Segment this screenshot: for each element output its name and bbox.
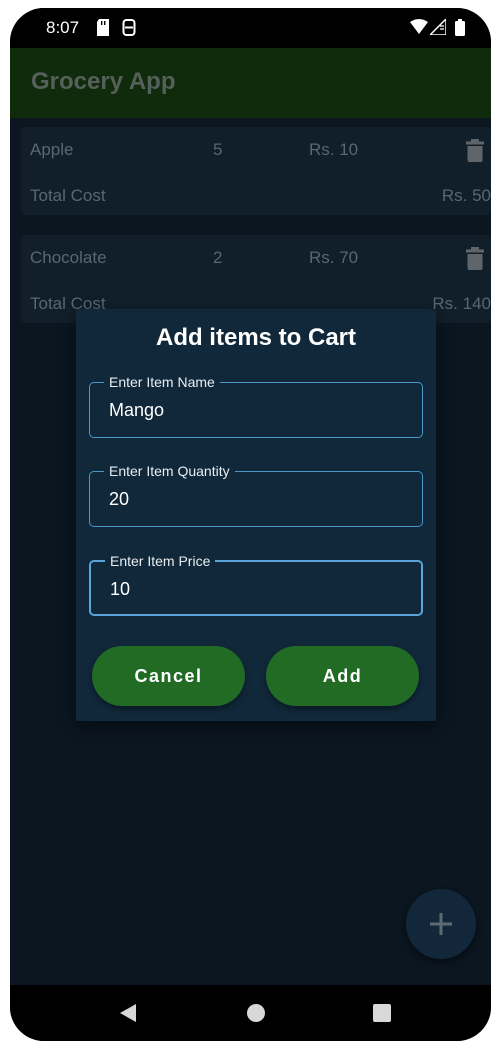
item-price: Rs. 10 bbox=[309, 140, 359, 159]
item-quantity-label: Enter Item Quantity bbox=[104, 462, 235, 480]
circle-home-icon[interactable] bbox=[246, 1003, 266, 1023]
item-price: Rs. 70 bbox=[309, 248, 359, 267]
item-quantity-input[interactable] bbox=[109, 489, 399, 510]
trash-icon[interactable] bbox=[466, 247, 484, 270]
triangle-back-icon[interactable] bbox=[118, 1003, 138, 1023]
item-quantity-field[interactable]: Enter Item Quantity bbox=[89, 462, 423, 527]
total-cost-label: Total Cost bbox=[30, 186, 106, 205]
cancel-button[interactable]: Cancel bbox=[92, 646, 245, 706]
total-cost-value: Rs. 140 bbox=[432, 294, 491, 313]
item-price-input[interactable] bbox=[110, 579, 400, 600]
item-name: Apple bbox=[30, 140, 74, 159]
item-name: Chocolate bbox=[30, 248, 107, 267]
sd-card-icon bbox=[97, 19, 109, 36]
cart-item-card: Apple 5 Rs. 10 Total Cost Rs. 50 bbox=[21, 127, 491, 215]
item-name-field[interactable]: Enter Item Name bbox=[89, 373, 423, 438]
item-quantity: 2 bbox=[213, 248, 223, 267]
add-item-fab[interactable] bbox=[406, 889, 476, 959]
wifi-icon bbox=[410, 19, 428, 34]
battery-icon bbox=[455, 19, 465, 36]
item-quantity: 5 bbox=[213, 140, 223, 159]
plus-icon bbox=[430, 913, 452, 935]
app-title: Grocery App bbox=[31, 68, 176, 95]
add-items-dialog: Add items to Cart Enter Item Name Enter … bbox=[76, 309, 436, 721]
item-name-input[interactable] bbox=[109, 400, 399, 421]
status-time: 8:07 bbox=[46, 18, 80, 37]
total-cost-value: Rs. 50 bbox=[441, 186, 491, 205]
item-price-label: Enter Item Price bbox=[105, 552, 216, 570]
sim-card-icon bbox=[122, 19, 136, 36]
status-bar: 8:07 bbox=[10, 8, 491, 48]
item-price-field[interactable]: Enter Item Price bbox=[89, 552, 423, 616]
navigation-bar bbox=[10, 985, 491, 1041]
item-name-label: Enter Item Name bbox=[104, 373, 220, 391]
dialog-title: Add items to Cart bbox=[155, 324, 356, 351]
trash-icon[interactable] bbox=[466, 139, 484, 162]
cell-signal-icon bbox=[430, 19, 446, 35]
phone-screen: 8:07 Grocery App Apple 5 Rs. 10 Total Co… bbox=[10, 8, 491, 1041]
app-bar: Grocery App bbox=[10, 48, 491, 118]
add-button[interactable]: Add bbox=[266, 646, 419, 706]
square-recents-icon[interactable] bbox=[372, 1003, 392, 1023]
